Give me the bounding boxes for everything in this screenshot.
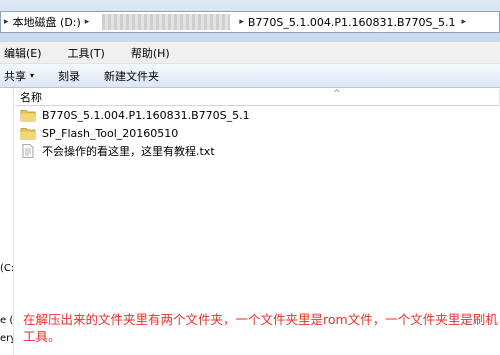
chevron-right-icon[interactable]: ▸ bbox=[239, 17, 248, 27]
list-item[interactable]: B770S_5.1.004.P1.160831.B770S_5.1 bbox=[15, 106, 500, 124]
folder-icon bbox=[20, 110, 36, 122]
new-folder-button[interactable]: 新建文件夹 bbox=[92, 68, 171, 84]
nav-drive-fragment[interactable]: (C: bbox=[0, 263, 13, 274]
folder-icon bbox=[20, 128, 36, 140]
menu-tools[interactable]: 工具(T) bbox=[54, 45, 117, 61]
command-toolbar: 共享 ▾ 刻录 新建文件夹 bbox=[0, 64, 500, 88]
share-label: 共享 bbox=[4, 69, 26, 83]
list-item-label: SP_Flash_Tool_20160510 bbox=[42, 126, 179, 140]
new-folder-label: 新建文件夹 bbox=[104, 69, 160, 83]
breadcrumb-folder[interactable]: ▸ B770S_5.1.004.P1.160831.B770S_5.1 ▸ bbox=[236, 12, 473, 32]
share-button[interactable]: 共享 ▾ bbox=[0, 68, 46, 84]
breadcrumb-folder-label: B770S_5.1.004.P1.160831.B770S_5.1 bbox=[247, 15, 456, 29]
list-item-label: 不会操作的看这里，这里有教程.txt bbox=[42, 145, 215, 158]
sort-ascending-icon: ^ bbox=[333, 89, 341, 99]
column-header-name[interactable]: 名称 ^ bbox=[15, 89, 500, 106]
annotation-text: 在解压出来的文件夹里有两个文件夹，一个文件夹里是rom文件，一个文件夹里是刷机工… bbox=[23, 312, 498, 344]
dropdown-arrow-icon: ▾ bbox=[30, 71, 35, 80]
menu-help[interactable]: 帮助(H) bbox=[117, 45, 182, 61]
redacted-path-segment bbox=[102, 14, 231, 30]
nav-fragment[interactable]: ery bbox=[0, 333, 13, 344]
chevron-right-icon[interactable]: ▸ bbox=[456, 17, 471, 27]
breadcrumb-drive-label: 本地磁盘 (D:) bbox=[12, 16, 81, 29]
burn-button[interactable]: 刻录 bbox=[46, 68, 92, 84]
column-header-label: 名称 bbox=[20, 91, 42, 104]
address-bar-area: ▸ 本地磁盘 (D:) ▸ ▸ B770S_5.1.004.P1.160831.… bbox=[0, 0, 500, 42]
breadcrumb-drive[interactable]: ▸ 本地磁盘 (D:) ▸ bbox=[1, 12, 96, 32]
list-item[interactable]: 不会操作的看这里，这里有教程.txt bbox=[15, 142, 500, 160]
navigation-pane[interactable]: (C: e (I ery bbox=[0, 89, 14, 355]
menu-edit[interactable]: 编辑(E) bbox=[0, 45, 54, 61]
address-field[interactable]: ▸ 本地磁盘 (D:) ▸ ▸ B770S_5.1.004.P1.160831.… bbox=[0, 11, 500, 33]
list-item[interactable]: SP_Flash_Tool_20160510 bbox=[15, 124, 500, 142]
chevron-right-icon[interactable]: ▸ bbox=[81, 17, 94, 27]
list-item-label: B770S_5.1.004.P1.160831.B770S_5.1 bbox=[42, 108, 250, 122]
menu-bar: 编辑(E) 工具(T) 帮助(H) bbox=[0, 42, 500, 64]
burn-label: 刻录 bbox=[58, 69, 81, 83]
chevron-right-icon[interactable]: ▸ bbox=[4, 17, 13, 27]
nav-fragment[interactable]: e (I bbox=[0, 315, 13, 326]
text-file-icon bbox=[22, 144, 34, 158]
